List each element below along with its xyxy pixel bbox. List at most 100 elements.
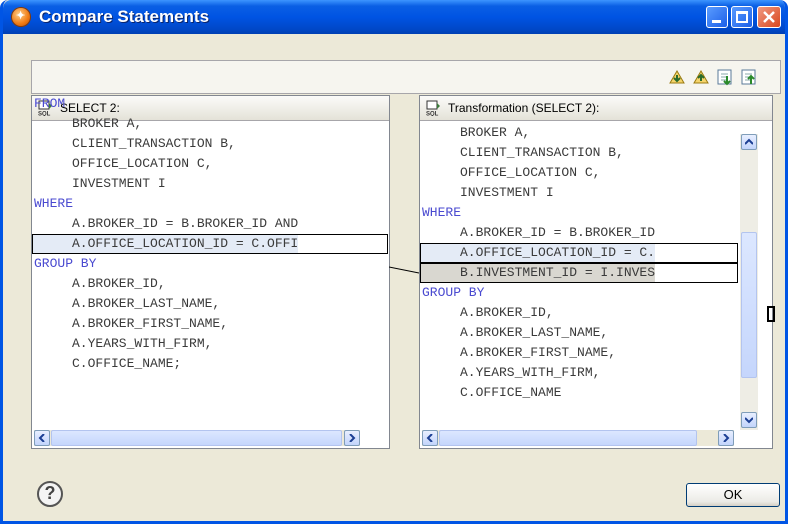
scroll-right-button[interactable] (718, 430, 734, 446)
sql-text: A.BROKER_LAST_NAME, (460, 325, 609, 340)
sql-keyword: WHERE (422, 205, 462, 220)
scroll-up-button[interactable] (741, 134, 757, 150)
sql-text: A.OFFICE_LOCATION_ID = C.OFFI (72, 236, 299, 251)
code-line: A.OFFICE_LOCATION_ID = C. (420, 243, 738, 263)
arrow-left-icon (426, 434, 433, 442)
code-line: OFFICE_LOCATION C, (32, 154, 298, 174)
sql-text: CLIENT_TRANSACTION B, (72, 136, 236, 151)
right-vertical-scrollbar[interactable] (740, 134, 758, 430)
maximize-icon (736, 11, 748, 23)
code-line: A.BROKER_FIRST_NAME, (420, 343, 655, 363)
code-line: CLIENT_TRANSACTION B, (420, 143, 655, 163)
diff-overview-marker[interactable] (767, 306, 775, 322)
diff-connector (389, 266, 420, 274)
right-pane-header: SQL Transformation (SELECT 2): (420, 96, 772, 121)
title-bar[interactable]: ✦ Compare Statements (3, 0, 785, 34)
code-line: A.BROKER_ID, (32, 274, 298, 294)
right-sql-text[interactable]: BROKER A, CLIENT_TRANSACTION B, OFFICE_LOC… (420, 123, 738, 403)
code-line: WHERE (32, 194, 298, 214)
code-line: B.INVESTMENT_ID = I.INVES (420, 263, 738, 283)
window-title: Compare Statements (39, 7, 210, 26)
arrow-right-icon (723, 434, 730, 442)
arrow-left-icon (38, 434, 45, 442)
sql-text: C.OFFICE_NAME; (72, 356, 182, 371)
sql-keyword: FROM (34, 96, 66, 111)
code-line: GROUP BY (420, 283, 655, 303)
sql-text: OFFICE_LOCATION C, (460, 165, 601, 180)
left-sql-pane: SQL SELECT 2: FROM BROKER A, CLIENT_TRANSA… (31, 95, 390, 449)
code-line: A.BROKER_ID, (420, 303, 655, 323)
right-horizontal-scrollbar[interactable] (422, 430, 734, 446)
right-pane-title: Transformation (SELECT 2): (448, 101, 600, 115)
maximize-button[interactable] (731, 6, 753, 28)
sql-file-icon: SQL (426, 100, 440, 117)
sql-text: A.BROKER_ID = B.BROKER_ID (460, 225, 656, 240)
close-icon (763, 11, 775, 23)
sql-text: B.INVESTMENT_ID = I.INVES (460, 265, 656, 280)
scroll-left-button[interactable] (34, 430, 50, 446)
code-line: A.BROKER_FIRST_NAME, (32, 314, 298, 334)
code-line: FROM (32, 96, 298, 114)
code-line: WHERE (420, 203, 655, 223)
dialog-body: SQL SELECT 2: FROM BROKER A, CLIENT_TRANSA… (3, 34, 785, 521)
code-line: C.OFFICE_NAME; (32, 354, 298, 374)
sql-text: A.BROKER_LAST_NAME, (72, 296, 221, 311)
code-line: OFFICE_LOCATION C, (420, 163, 655, 183)
close-button[interactable] (757, 6, 781, 28)
sql-text: A.BROKER_FIRST_NAME, (460, 345, 617, 360)
app-icon: ✦ (12, 8, 30, 26)
compare-statements-dialog: ✦ Compare Statements SQL SELECT 2: FROM … (0, 0, 788, 524)
code-line: GROUP BY (32, 254, 298, 274)
scroll-down-button[interactable] (741, 412, 757, 428)
code-line: CLIENT_TRANSACTION B, (32, 134, 298, 154)
minimize-button[interactable] (706, 6, 728, 28)
code-line: BROKER A, (420, 123, 655, 143)
previous-change-icon[interactable] (740, 68, 758, 86)
code-line: BROKER A, (32, 114, 298, 134)
code-line: C.OFFICE_NAME (420, 383, 655, 403)
sql-text: INVESTMENT I (460, 185, 554, 200)
left-horizontal-scrollbar[interactable] (34, 430, 360, 446)
sql-text: BROKER A, (72, 116, 143, 131)
compare-toolbar (31, 60, 781, 94)
code-line: INVESTMENT I (420, 183, 655, 203)
right-hscroll-thumb[interactable] (439, 430, 697, 446)
code-line: INVESTMENT I (32, 174, 298, 194)
sql-text: A.OFFICE_LOCATION_ID = C. (460, 245, 656, 260)
sql-text: C.OFFICE_NAME (460, 385, 562, 400)
sql-text: A.YEARS_WITH_FIRM, (460, 365, 601, 380)
next-change-icon[interactable] (716, 68, 734, 86)
code-line: A.BROKER_LAST_NAME, (420, 323, 655, 343)
sql-keyword: WHERE (34, 196, 74, 211)
sql-keyword: GROUP BY (422, 285, 485, 300)
left-sql-text[interactable]: FROM BROKER A, CLIENT_TRANSACTION B, OFFICE… (32, 96, 388, 374)
sql-text: A.BROKER_ID, (72, 276, 166, 291)
sql-text: A.YEARS_WITH_FIRM, (72, 336, 213, 351)
previous-difference-icon[interactable] (692, 68, 710, 86)
sql-text: A.BROKER_ID = B.BROKER_ID AND (72, 216, 299, 231)
svg-text:SQL: SQL (426, 112, 439, 117)
sql-text: A.BROKER_ID, (460, 305, 554, 320)
arrow-down-icon (745, 417, 753, 424)
help-button[interactable]: ? (37, 481, 63, 507)
sql-text: BROKER A, (460, 125, 531, 140)
sql-text: A.BROKER_FIRST_NAME, (72, 316, 229, 331)
ok-button[interactable]: OK (686, 483, 780, 507)
left-hscroll-thumb[interactable] (51, 430, 342, 446)
minimize-icon (712, 20, 721, 23)
scroll-right-button[interactable] (344, 430, 360, 446)
right-vscroll-thumb[interactable] (741, 232, 757, 378)
sql-text: CLIENT_TRANSACTION B, (460, 145, 624, 160)
code-line: A.YEARS_WITH_FIRM, (32, 334, 298, 354)
code-line: A.BROKER_ID = B.BROKER_ID AND (32, 214, 298, 234)
code-line: A.YEARS_WITH_FIRM, (420, 363, 655, 383)
scroll-left-button[interactable] (422, 430, 438, 446)
code-line: A.OFFICE_LOCATION_ID = C.OFFI (32, 234, 388, 254)
right-sql-pane: SQL Transformation (SELECT 2): BROKER A,… (419, 95, 773, 449)
sql-text: INVESTMENT I (72, 176, 166, 191)
arrow-right-icon (349, 434, 356, 442)
next-difference-icon[interactable] (668, 68, 686, 86)
code-line: A.BROKER_ID = B.BROKER_ID (420, 223, 655, 243)
sql-text: OFFICE_LOCATION C, (72, 156, 213, 171)
code-line: A.BROKER_LAST_NAME, (32, 294, 298, 314)
